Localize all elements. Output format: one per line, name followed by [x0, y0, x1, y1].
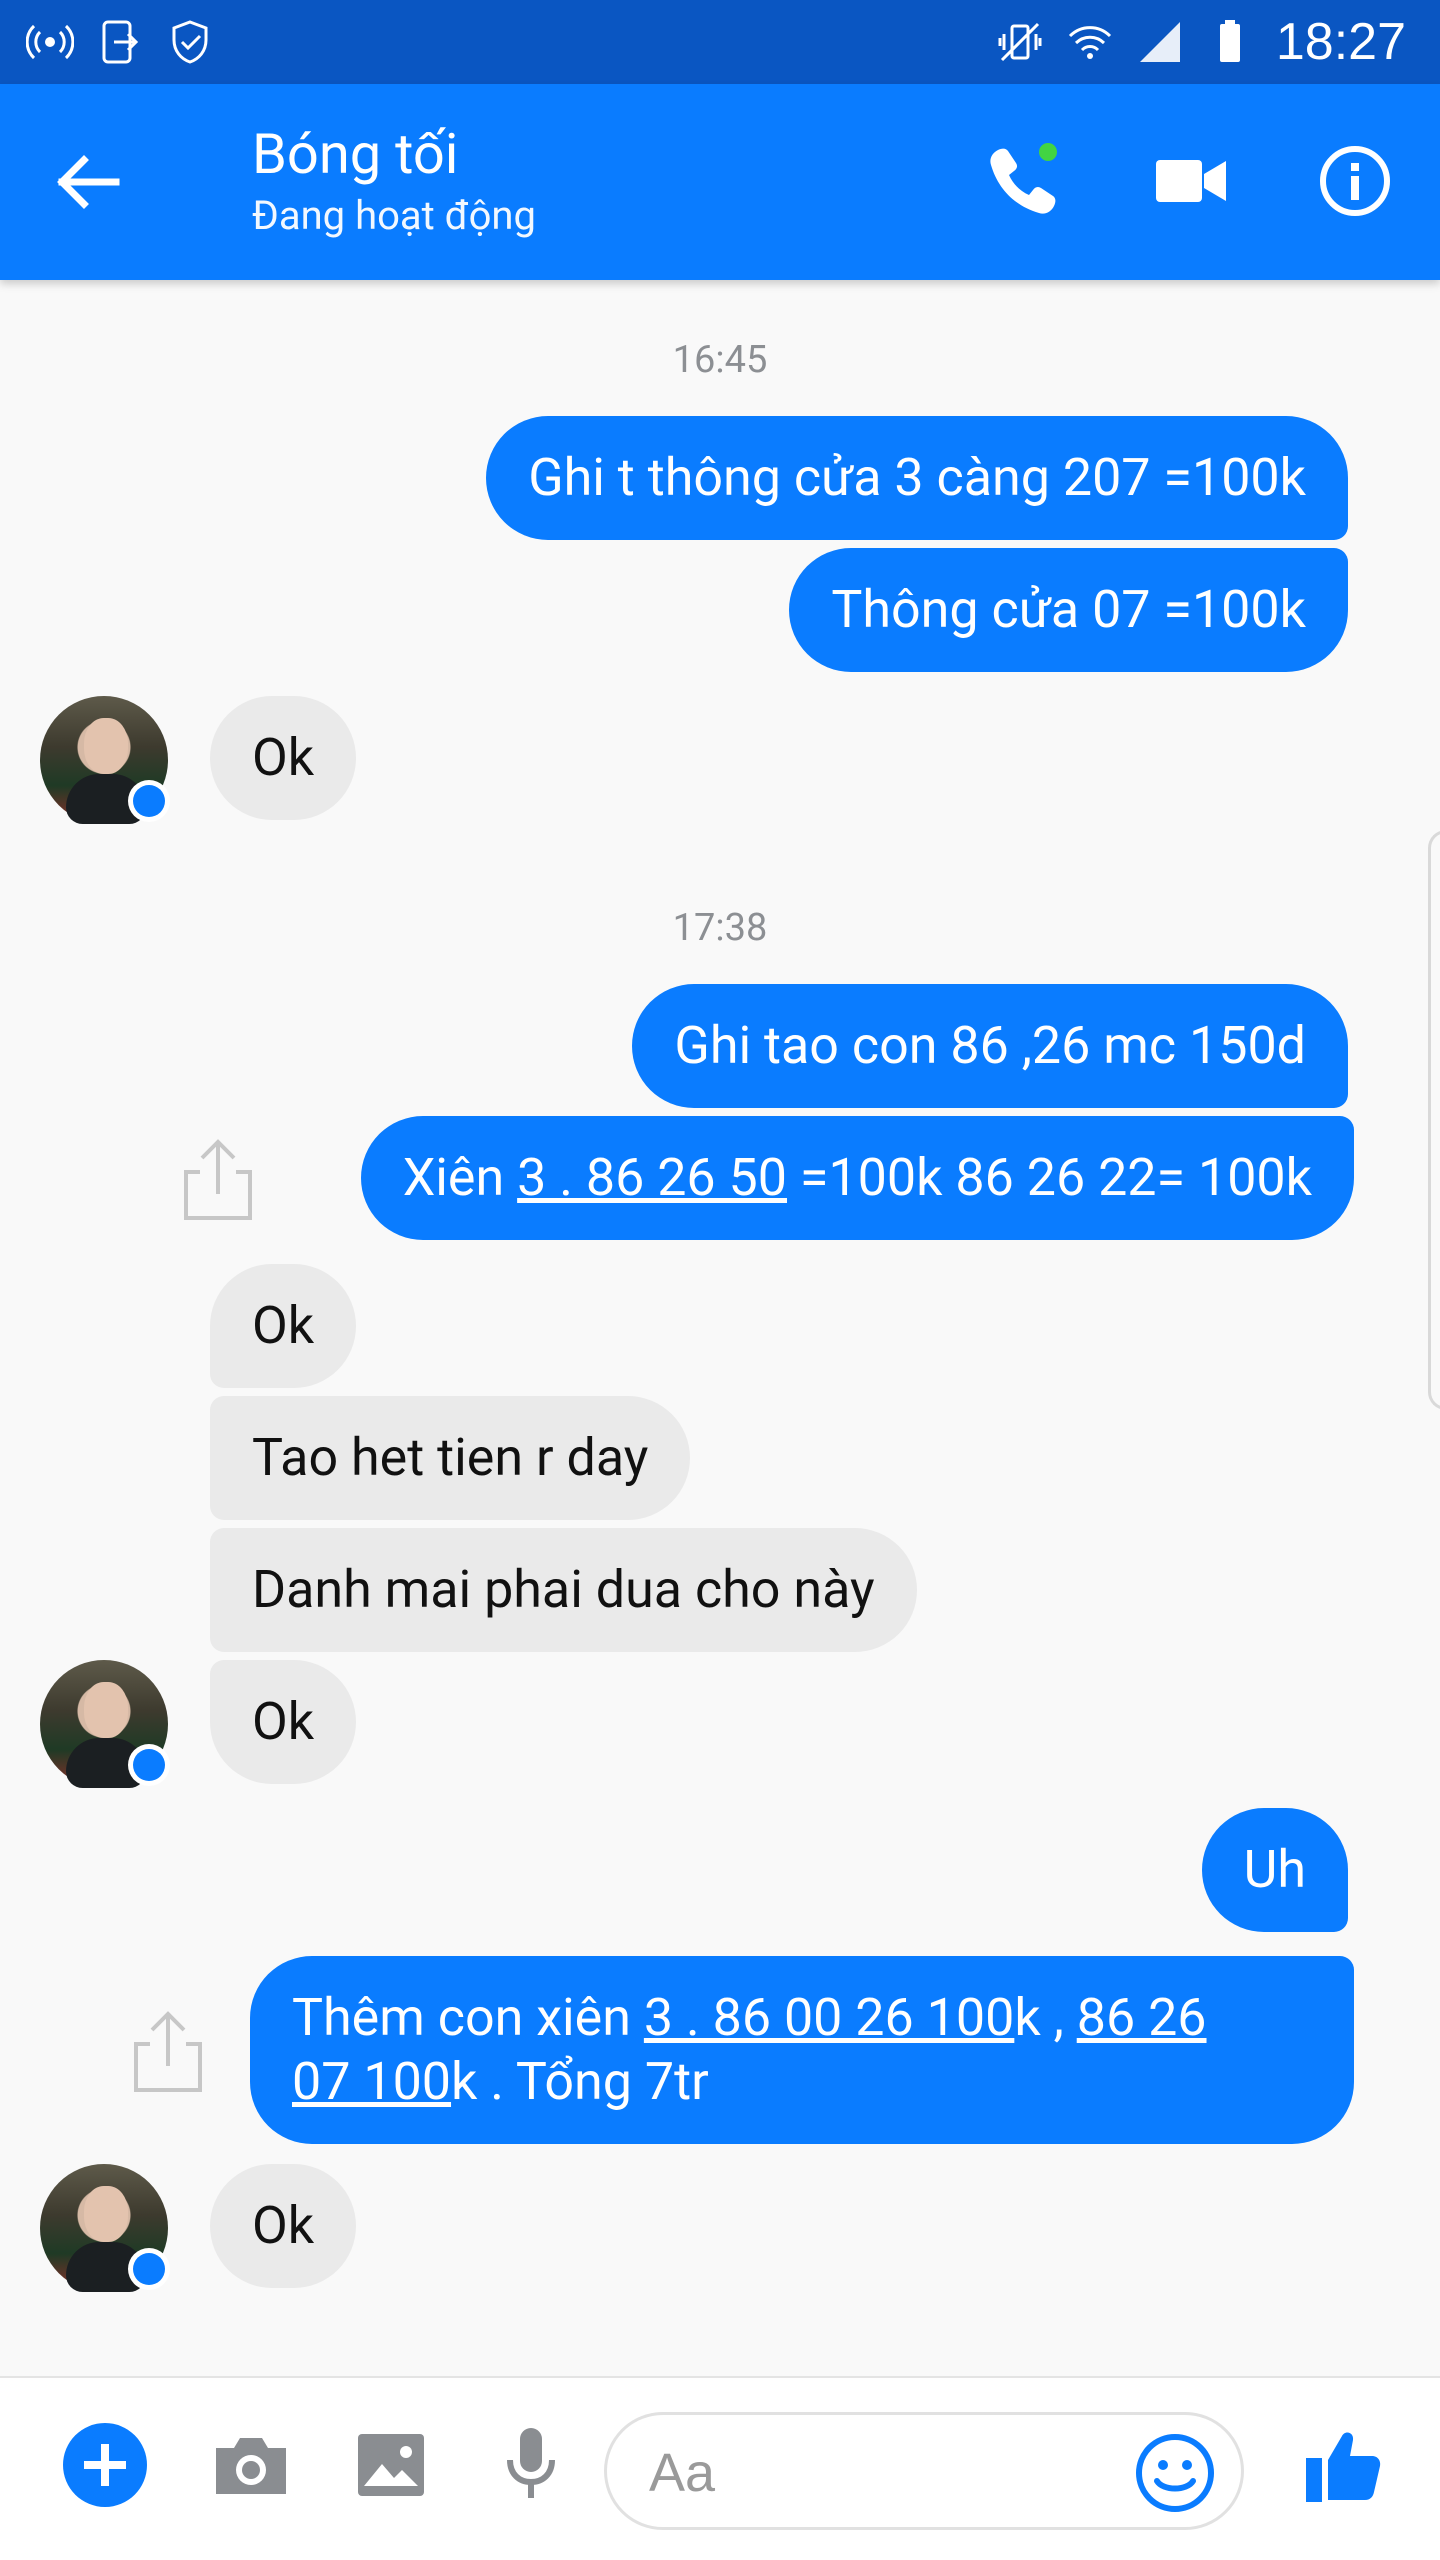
message-text: Uh — [1243, 1839, 1306, 1900]
incoming-message[interactable]: Ok — [210, 696, 357, 820]
contact-avatar[interactable] — [40, 696, 170, 824]
messenger-badge-icon — [128, 2248, 170, 2290]
active-status: Đang hoạt động — [252, 192, 536, 239]
message-text: Ok — [252, 2195, 315, 2256]
timestamp: 16:45 — [672, 338, 768, 382]
conversation-header: Bóng tối Đang hoạt động — [0, 84, 1440, 280]
clock: 18:27 — [1275, 13, 1406, 71]
message-text: k , — [1014, 1987, 1077, 2048]
battery-icon — [1219, 20, 1240, 62]
message-text: Xiên — [402, 1147, 518, 1208]
message-text: Ok — [252, 1295, 315, 1356]
phone-number-link[interactable]: 3 . 86 00 26 100 — [644, 1987, 1014, 2048]
outgoing-message[interactable]: Ghi tao con 86 ,26 mc 150d — [632, 984, 1348, 1108]
incoming-message[interactable]: Danh mai phai dua cho này — [210, 1528, 917, 1652]
outgoing-message[interactable]: Thông cửa 07 =100k — [789, 548, 1348, 672]
contact-name: Bóng tối — [252, 121, 459, 187]
avatar-face — [84, 718, 128, 774]
message-list[interactable]: 16:45 Ghi t thông cửa 3 càng 207 =100k T… — [0, 280, 1440, 2376]
message-text: Tao het tien r day — [252, 1427, 649, 1488]
shield-check-icon — [172, 20, 208, 64]
back-arrow-icon[interactable] — [48, 142, 128, 222]
status-bar: 18:27 — [0, 0, 1440, 84]
message-text: =100k 86 26 22= 100k — [787, 1147, 1312, 1208]
emoji-icon[interactable] — [1131, 2429, 1219, 2517]
video-call-icon[interactable] — [1146, 136, 1236, 226]
incoming-message[interactable]: Ok — [210, 2164, 357, 2288]
contact-info[interactable]: Bóng tối Đang hoạt động — [252, 120, 536, 244]
message-text: Ok — [252, 727, 315, 788]
outgoing-message[interactable]: Ghi t thông cửa 3 càng 207 =100k — [486, 416, 1348, 540]
thumbs-up-icon[interactable] — [1300, 2420, 1390, 2510]
message-text: Thông cửa 07 =100k — [831, 579, 1306, 640]
share-icon[interactable] — [180, 1136, 256, 1224]
message-text: Ghi t thông cửa 3 càng 207 =100k — [528, 447, 1306, 508]
gallery-icon[interactable] — [346, 2420, 436, 2510]
message-composer — [0, 2376, 1440, 2560]
device-transfer-icon — [102, 20, 139, 64]
outgoing-message[interactable]: Xiên 3 . 86 26 50 =100k 86 26 22= 100k — [360, 1116, 1354, 1240]
message-text: Thêm con xiên — [292, 1987, 644, 2048]
messenger-badge-icon — [128, 780, 170, 822]
incoming-message[interactable]: Ok — [210, 1660, 357, 1784]
plus-icon[interactable] — [60, 2420, 150, 2510]
outgoing-message[interactable]: Uh — [1201, 1808, 1348, 1932]
share-icon[interactable] — [130, 2008, 206, 2096]
phone-number-link[interactable]: 07 100 — [292, 2051, 451, 2112]
timestamp: 17:38 — [672, 906, 768, 950]
phone-call-icon[interactable] — [978, 136, 1068, 226]
vibrate-mute-icon — [998, 22, 1042, 62]
microphone-icon[interactable] — [486, 2420, 576, 2510]
incoming-message[interactable]: Tao het tien r day — [210, 1396, 691, 1520]
message-input[interactable] — [647, 2431, 1127, 2515]
message-text: Ok — [252, 1691, 315, 1752]
camera-icon[interactable] — [206, 2420, 296, 2510]
message-input-container[interactable] — [604, 2412, 1244, 2530]
wifi-icon — [1068, 26, 1111, 59]
messenger-badge-icon — [128, 1744, 170, 1786]
avatar-face — [84, 1682, 128, 1738]
message-text: Danh mai phai dua cho này — [252, 1559, 875, 1620]
avatar-face — [84, 2186, 128, 2242]
outgoing-message[interactable]: Thêm con xiên 3 . 86 00 26 100k , 86 26 0… — [250, 1956, 1354, 2144]
incoming-message[interactable]: Ok — [210, 1264, 357, 1388]
info-icon[interactable] — [1310, 136, 1400, 226]
phone-number-link[interactable]: 3 . 86 26 50 — [517, 1147, 787, 1208]
message-text: Ghi tao con 86 ,26 mc 150d — [674, 1015, 1306, 1076]
contact-avatar[interactable] — [40, 1660, 170, 1788]
message-text: k . Tổng 7tr — [451, 2051, 709, 2112]
cellular-signal-icon — [1139, 22, 1180, 62]
contact-avatar[interactable] — [40, 2164, 170, 2292]
wireless-signal-icon — [26, 24, 74, 60]
phone-number-link[interactable]: 86 26 — [1077, 1987, 1207, 2048]
